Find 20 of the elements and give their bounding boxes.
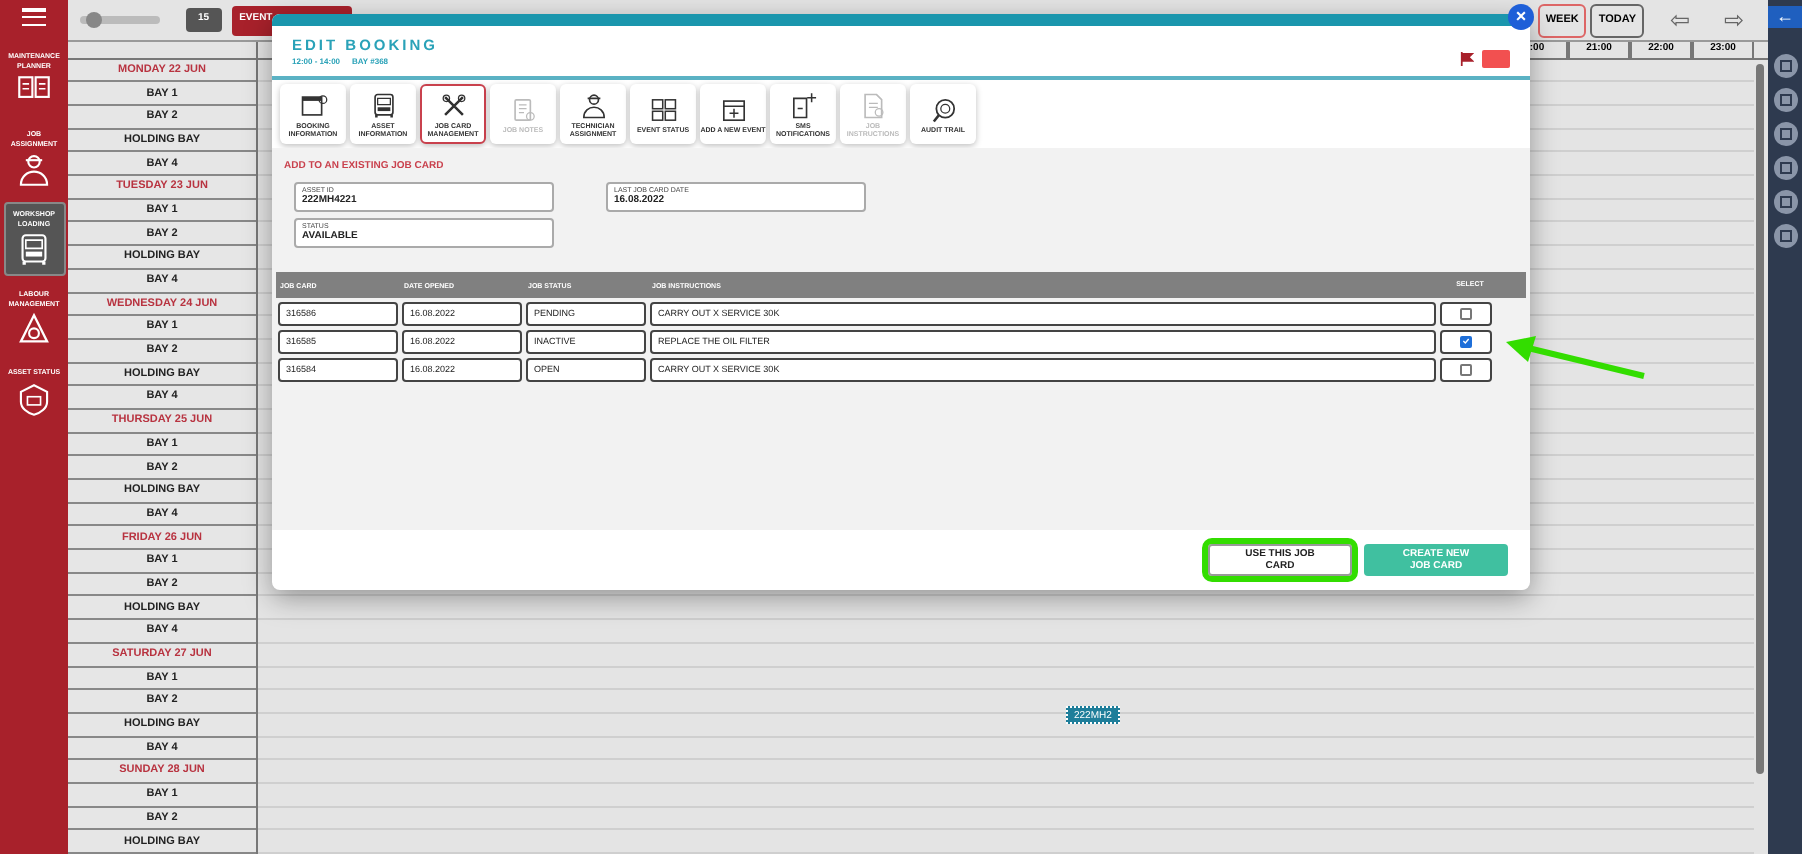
- status-indicator: [1482, 50, 1510, 68]
- grid-icon: [649, 95, 677, 123]
- worker-icon: [579, 91, 607, 119]
- menu-icon[interactable]: [22, 8, 46, 26]
- calendar-plus-icon: [719, 95, 747, 123]
- search-icon: [929, 95, 957, 123]
- clipboard-icon: [509, 95, 537, 123]
- flag-icon[interactable]: [1460, 52, 1474, 66]
- document-plus-icon: [789, 91, 817, 119]
- checkbox[interactable]: [1460, 307, 1472, 319]
- back-button[interactable]: ←: [1768, 6, 1802, 28]
- annotation-arrow: [1504, 336, 1648, 380]
- calendar-icon: [299, 91, 327, 119]
- shield-icon: [16, 381, 52, 417]
- checkbox[interactable]: [1460, 335, 1472, 347]
- tools-icon: [439, 91, 467, 119]
- zoom-slider[interactable]: [80, 16, 160, 25]
- checkbox[interactable]: [1460, 363, 1472, 375]
- scrollbar[interactable]: [1756, 63, 1764, 774]
- worker-icon: [16, 152, 52, 188]
